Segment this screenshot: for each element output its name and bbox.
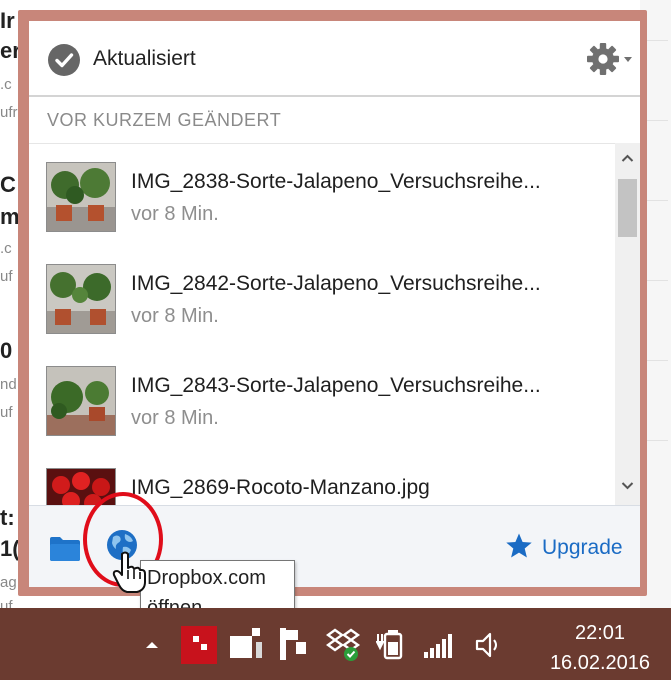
bg-text-fragment: uf bbox=[0, 404, 13, 421]
file-thumbnail bbox=[46, 366, 116, 436]
bg-text-fragment: m bbox=[0, 204, 20, 229]
bg-text-fragment: 1( bbox=[0, 536, 20, 561]
upgrade-label: Upgrade bbox=[542, 536, 623, 559]
clock-time: 22:01 bbox=[574, 622, 626, 644]
bg-text-fragment: nd bbox=[0, 376, 17, 393]
scrollbar-thumb[interactable] bbox=[618, 179, 637, 237]
scroll-down-icon[interactable] bbox=[615, 475, 640, 497]
gear-icon bbox=[587, 43, 632, 75]
bg-text-fragment: .c bbox=[0, 240, 12, 257]
bg-text-fragment: t: bbox=[0, 505, 15, 530]
file-name: IMG_2842-Sorte-Jalapeno_Versuchsreihe... bbox=[131, 272, 541, 295]
file-time: vor 8 Min. bbox=[131, 305, 219, 327]
file-row[interactable]: IMG_2838-Sorte-Jalapeno_Versuchsreihe...… bbox=[29, 144, 615, 247]
file-time: vor 8 Min. bbox=[131, 203, 219, 225]
file-thumbnail bbox=[46, 162, 116, 232]
list-scrollbar[interactable] bbox=[615, 143, 640, 505]
star-icon bbox=[506, 533, 532, 558]
taskbar-clock[interactable]: 22:01 16.02.2016 bbox=[530, 618, 670, 678]
file-row[interactable]: IMG_2842-Sorte-Jalapeno_Versuchsreihe...… bbox=[29, 246, 615, 349]
bg-text-fragment: 0 bbox=[0, 338, 13, 363]
bg-text-fragment: .c bbox=[0, 76, 12, 93]
bg-text-fragment: Ir bbox=[0, 8, 15, 33]
hand-cursor-icon bbox=[112, 551, 146, 593]
recent-files-list: IMG_2838-Sorte-Jalapeno_Versuchsreihe...… bbox=[29, 143, 615, 506]
bg-text-fragment: ag bbox=[0, 574, 17, 591]
scroll-up-icon[interactable] bbox=[615, 147, 640, 169]
bg-text-fragment: uf bbox=[0, 268, 13, 285]
dropbox-icon[interactable] bbox=[326, 626, 362, 662]
tray-app-icon[interactable] bbox=[181, 626, 217, 664]
bg-text-fragment: C bbox=[0, 172, 16, 197]
tooltip-line: Dropbox.com bbox=[147, 567, 266, 589]
file-thumbnail bbox=[46, 264, 116, 334]
file-name: IMG_2843-Sorte-Jalapeno_Versuchsreihe... bbox=[131, 374, 541, 397]
folder-icon[interactable] bbox=[49, 534, 81, 562]
file-time: vor 8 Min. bbox=[131, 407, 219, 429]
speaker-icon[interactable] bbox=[474, 630, 502, 660]
battery-icon[interactable] bbox=[376, 628, 406, 660]
sync-status: Aktualisiert bbox=[93, 47, 196, 70]
clock-date: 16.02.2016 bbox=[549, 652, 651, 674]
file-name: IMG_2838-Sorte-Jalapeno_Versuchsreihe... bbox=[131, 170, 541, 193]
file-name: IMG_2869-Rocoto-Manzano.jpg bbox=[131, 476, 430, 499]
tray-app-icon[interactable] bbox=[280, 628, 310, 660]
section-title: VOR KURZEM GEÄNDERT bbox=[47, 110, 282, 130]
taskbar: 22:01 16.02.2016 bbox=[0, 608, 671, 680]
check-circle-icon bbox=[48, 44, 80, 76]
signal-icon[interactable] bbox=[422, 632, 454, 658]
bg-text-fragment: ufr bbox=[0, 104, 18, 121]
tray-arrow-icon[interactable] bbox=[143, 638, 161, 652]
tray-app-icon[interactable] bbox=[230, 628, 264, 658]
popup-header: Aktualisiert bbox=[29, 21, 640, 97]
settings-menu-button[interactable] bbox=[585, 41, 635, 77]
file-row[interactable]: IMG_2843-Sorte-Jalapeno_Versuchsreihe...… bbox=[29, 348, 615, 451]
